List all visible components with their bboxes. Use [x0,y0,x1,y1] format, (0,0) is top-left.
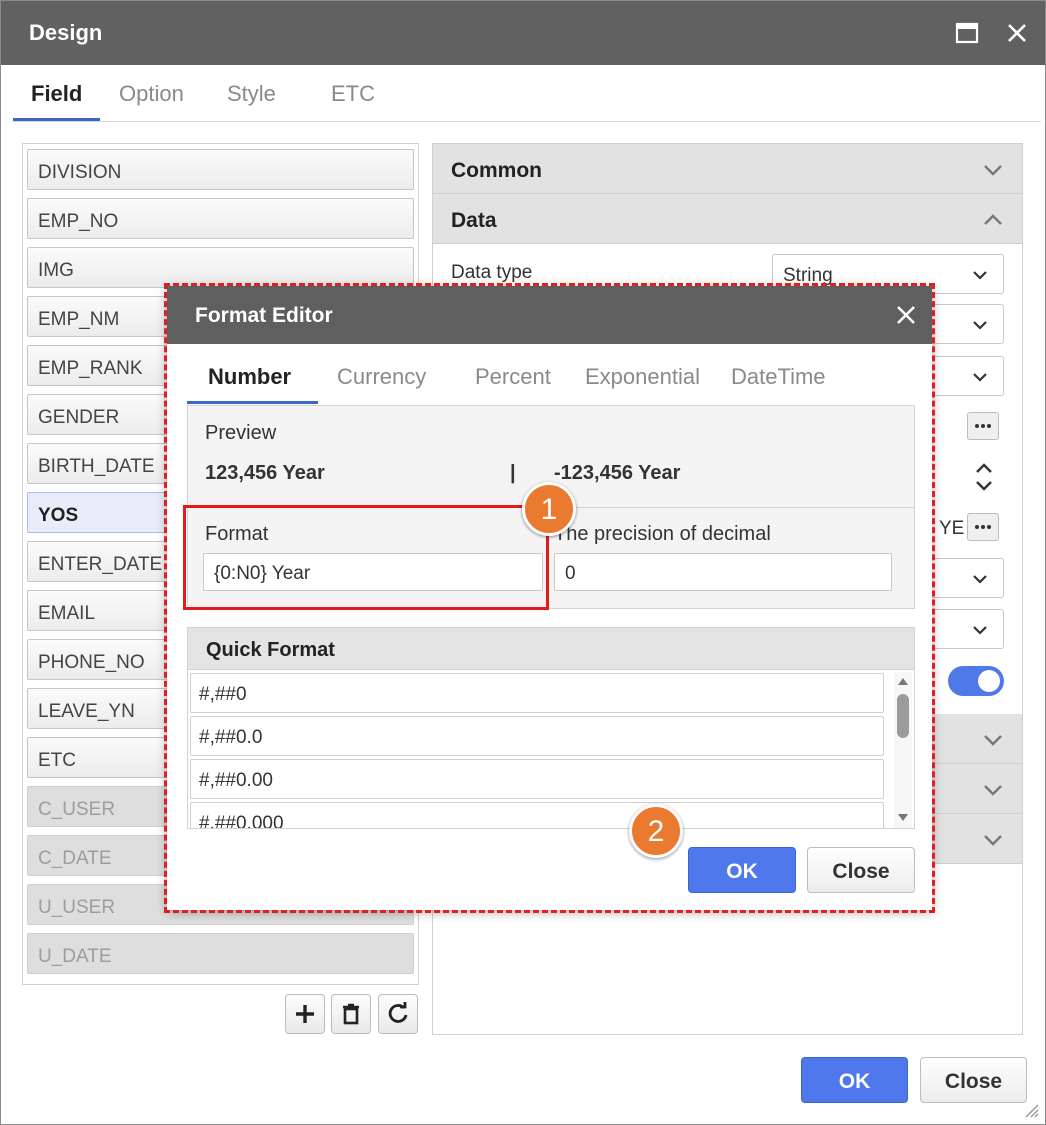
format-more-button[interactable] [967,513,999,541]
refresh-button[interactable] [378,994,418,1034]
toggle-knob [978,670,1000,692]
format-editor-dialog: Format Editor Number Currency Percent Ex… [167,286,932,910]
tab-number[interactable]: Number [208,364,291,390]
chevron-down-icon [973,575,987,584]
quick-format-title: Quick Format [206,639,335,661]
preview-label: Preview [205,422,277,444]
property-toggle[interactable] [948,666,1004,696]
format-label: Format [205,523,269,545]
more-icon [975,424,991,428]
field-item-division[interactable]: DIVISION [27,149,414,190]
scroll-up-icon[interactable] [897,676,909,686]
field-item-u-date: U_DATE [27,933,414,974]
close-icon[interactable] [1005,21,1031,47]
tab-etc[interactable]: ETC [331,81,375,107]
chevron-down-icon [984,835,1002,846]
ok-button[interactable]: OK [801,1057,908,1103]
delete-field-button[interactable] [331,994,371,1034]
tab-option[interactable]: Option [119,81,184,107]
format-field-fragment: YE [939,518,965,539]
format-ok-button[interactable]: OK [688,847,796,893]
tab-datetime[interactable]: DateTime [731,364,826,390]
field-item-emp-no[interactable]: EMP_NO [27,198,414,239]
trash-icon [343,1003,359,1025]
resize-grip-icon[interactable] [1023,1102,1039,1118]
section-data-label: Data [451,209,497,232]
format-close-button[interactable]: Close [807,847,915,893]
tab-exponential[interactable]: Exponential [585,364,700,390]
chevron-down-icon [984,165,1002,176]
tab-field[interactable]: Field [31,81,82,107]
tab-percent[interactable]: Percent [475,364,551,390]
preview-negative: -123,456 Year [554,462,681,484]
section-common-label: Common [451,159,542,182]
format-type-tabs: Number Currency Percent Exponential Date… [187,344,914,404]
section-common[interactable]: Common [433,144,1022,194]
preview-separator: | [510,462,516,484]
refresh-icon [388,1002,408,1023]
step-badge-2: 2 [629,804,683,858]
quick-format-item[interactable]: #,##0.0 [190,716,884,756]
chevron-down-icon [973,321,987,330]
section-data[interactable]: Data [433,194,1022,244]
tab-currency[interactable]: Currency [337,364,426,390]
data-type-label: Data type [451,262,533,283]
quick-format-header: Quick Format [188,628,914,670]
precision-input[interactable]: 0 [554,553,892,591]
design-tabs: Field Option Style ETC [13,65,1041,122]
chevron-down-icon [984,785,1002,796]
add-field-button[interactable] [285,994,325,1034]
quick-format-panel: Quick Format #,##0 #,##0.0 #,##0.00 #,##… [187,627,915,829]
scroll-down-icon[interactable] [897,813,909,823]
close-button[interactable]: Close [920,1057,1027,1103]
maximize-icon[interactable] [955,21,981,47]
chevron-up-icon [984,214,1002,225]
close-icon[interactable] [895,304,917,326]
active-tab-indicator [13,118,100,121]
format-editor-title: Format Editor [195,304,333,327]
tab-style[interactable]: Style [227,81,276,107]
quick-format-scrollbar[interactable] [894,672,912,828]
spinner-icon[interactable] [973,460,995,494]
field-item-img[interactable]: IMG [27,247,414,288]
step-badge-1: 1 [522,482,576,536]
more-button[interactable] [967,412,999,440]
chevron-down-icon [984,735,1002,746]
format-input[interactable]: {0:N0} Year [203,553,543,591]
chevron-down-icon [973,271,987,280]
chevron-down-icon [973,626,987,635]
data-type-value: String [783,265,833,286]
plus-icon [296,1005,314,1023]
window-title: Design [29,20,103,45]
title-bar: Design [1,1,1045,65]
format-editor-title-bar: Format Editor [167,286,932,344]
quick-format-item[interactable]: #,##0.00 [190,759,884,799]
more-icon [975,525,991,529]
preview-positive: 123,456 Year [205,462,325,484]
scroll-thumb[interactable] [897,694,909,738]
chevron-down-icon [973,373,987,382]
active-tab-indicator [187,401,318,404]
quick-format-item[interactable]: #,##0.000 [190,802,884,828]
precision-label: The precision of decimal [554,523,771,545]
quick-format-item[interactable]: #,##0 [190,673,884,713]
